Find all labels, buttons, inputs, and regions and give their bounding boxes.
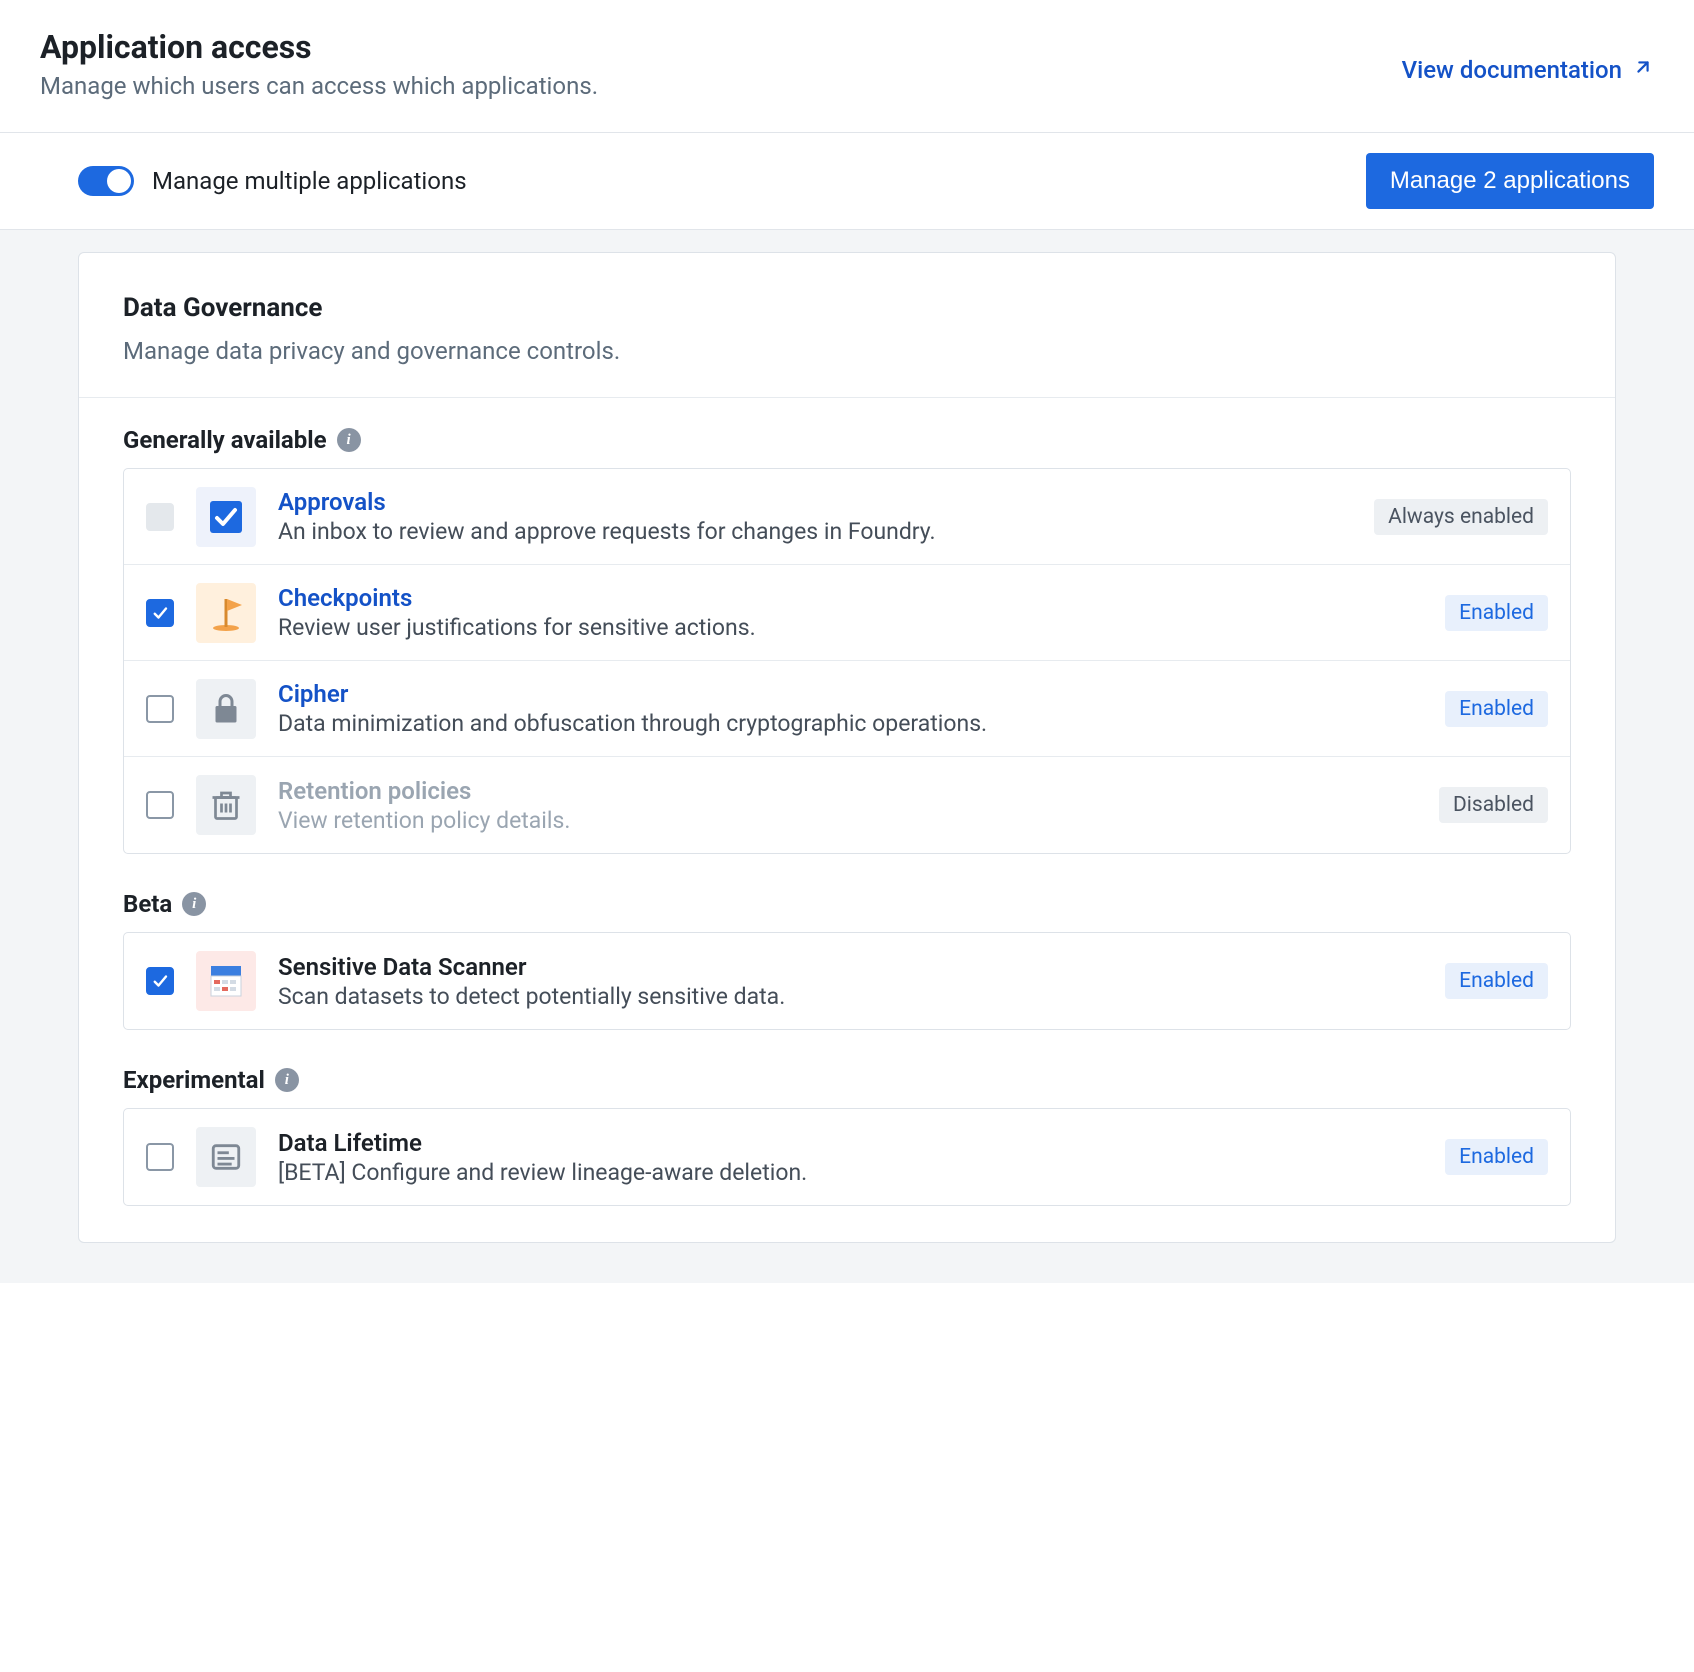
- app-title: Cipher: [278, 680, 1423, 708]
- app-desc: View retention policy details.: [278, 807, 1417, 834]
- app-desc: [BETA] Configure and review lineage-awar…: [278, 1159, 1423, 1186]
- section-experimental: Experimental i Data Lifetime [BETA] Conf…: [79, 1066, 1615, 1242]
- scanner-icon: [196, 951, 256, 1011]
- info-icon[interactable]: i: [337, 428, 361, 452]
- manage-applications-button[interactable]: Manage 2 applications: [1366, 153, 1654, 209]
- app-title: Approvals: [278, 488, 1352, 516]
- app-title: Data Lifetime: [278, 1129, 1423, 1157]
- page-header: Application access Manage which users ca…: [0, 0, 1694, 132]
- page-subtitle: Manage which users can access which appl…: [40, 72, 1402, 100]
- external-link-icon: [1632, 56, 1654, 84]
- panel-title: Data Governance: [123, 293, 1571, 323]
- app-row-scanner[interactable]: Sensitive Data Scanner Scan datasets to …: [124, 933, 1570, 1029]
- section-beta: Beta i Sensitive Data Scanner Scan datas…: [79, 890, 1615, 1066]
- section-generally-available: Generally available i Approvals An inbox…: [79, 398, 1615, 890]
- toggle-label: Manage multiple applications: [152, 167, 467, 195]
- status-badge: Disabled: [1439, 787, 1548, 823]
- section-heading-label: Experimental: [123, 1066, 265, 1094]
- section-heading-label: Generally available: [123, 426, 327, 454]
- page-title: Application access: [40, 28, 1402, 66]
- info-icon[interactable]: i: [182, 892, 206, 916]
- status-badge: Enabled: [1445, 1139, 1548, 1175]
- app-list-beta: Sensitive Data Scanner Scan datasets to …: [123, 932, 1571, 1030]
- checkbox-retention[interactable]: [146, 791, 174, 819]
- view-documentation-link[interactable]: View documentation: [1402, 56, 1654, 84]
- app-row-retention[interactable]: Retention policies View retention policy…: [124, 757, 1570, 853]
- checkpoints-icon: [196, 583, 256, 643]
- checkbox-cipher[interactable]: [146, 695, 174, 723]
- app-row-cipher[interactable]: Cipher Data minimization and obfuscation…: [124, 661, 1570, 757]
- retention-icon: [196, 775, 256, 835]
- status-badge: Enabled: [1445, 963, 1548, 999]
- checkbox-lifetime[interactable]: [146, 1143, 174, 1171]
- app-title: Sensitive Data Scanner: [278, 953, 1423, 981]
- app-list-ga: Approvals An inbox to review and approve…: [123, 468, 1571, 854]
- status-badge: Enabled: [1445, 691, 1548, 727]
- app-desc: Review user justifications for sensitive…: [278, 614, 1423, 641]
- cipher-icon: [196, 679, 256, 739]
- checkbox-approvals: [146, 503, 174, 531]
- checkbox-scanner[interactable]: [146, 967, 174, 995]
- app-title: Checkpoints: [278, 584, 1423, 612]
- status-badge: Always enabled: [1374, 499, 1548, 535]
- data-governance-panel: Data Governance Manage data privacy and …: [78, 252, 1616, 1243]
- manage-multiple-toggle[interactable]: [78, 166, 134, 196]
- app-row-lifetime[interactable]: Data Lifetime [BETA] Configure and revie…: [124, 1109, 1570, 1205]
- approvals-icon: [196, 487, 256, 547]
- content-area: Data Governance Manage data privacy and …: [0, 230, 1694, 1283]
- app-row-checkpoints[interactable]: Checkpoints Review user justifications f…: [124, 565, 1570, 661]
- app-desc: An inbox to review and approve requests …: [278, 518, 1352, 545]
- app-title: Retention policies: [278, 777, 1417, 805]
- app-desc: Scan datasets to detect potentially sens…: [278, 983, 1423, 1010]
- panel-subtitle: Manage data privacy and governance contr…: [123, 337, 1571, 365]
- status-badge: Enabled: [1445, 595, 1548, 631]
- app-list-experimental: Data Lifetime [BETA] Configure and revie…: [123, 1108, 1571, 1206]
- checkbox-checkpoints[interactable]: [146, 599, 174, 627]
- toolbar: Manage multiple applications Manage 2 ap…: [0, 132, 1694, 230]
- doc-link-label: View documentation: [1402, 56, 1622, 84]
- lifetime-icon: [196, 1127, 256, 1187]
- info-icon[interactable]: i: [275, 1068, 299, 1092]
- app-desc: Data minimization and obfuscation throug…: [278, 710, 1423, 737]
- section-heading-label: Beta: [123, 890, 172, 918]
- app-row-approvals[interactable]: Approvals An inbox to review and approve…: [124, 469, 1570, 565]
